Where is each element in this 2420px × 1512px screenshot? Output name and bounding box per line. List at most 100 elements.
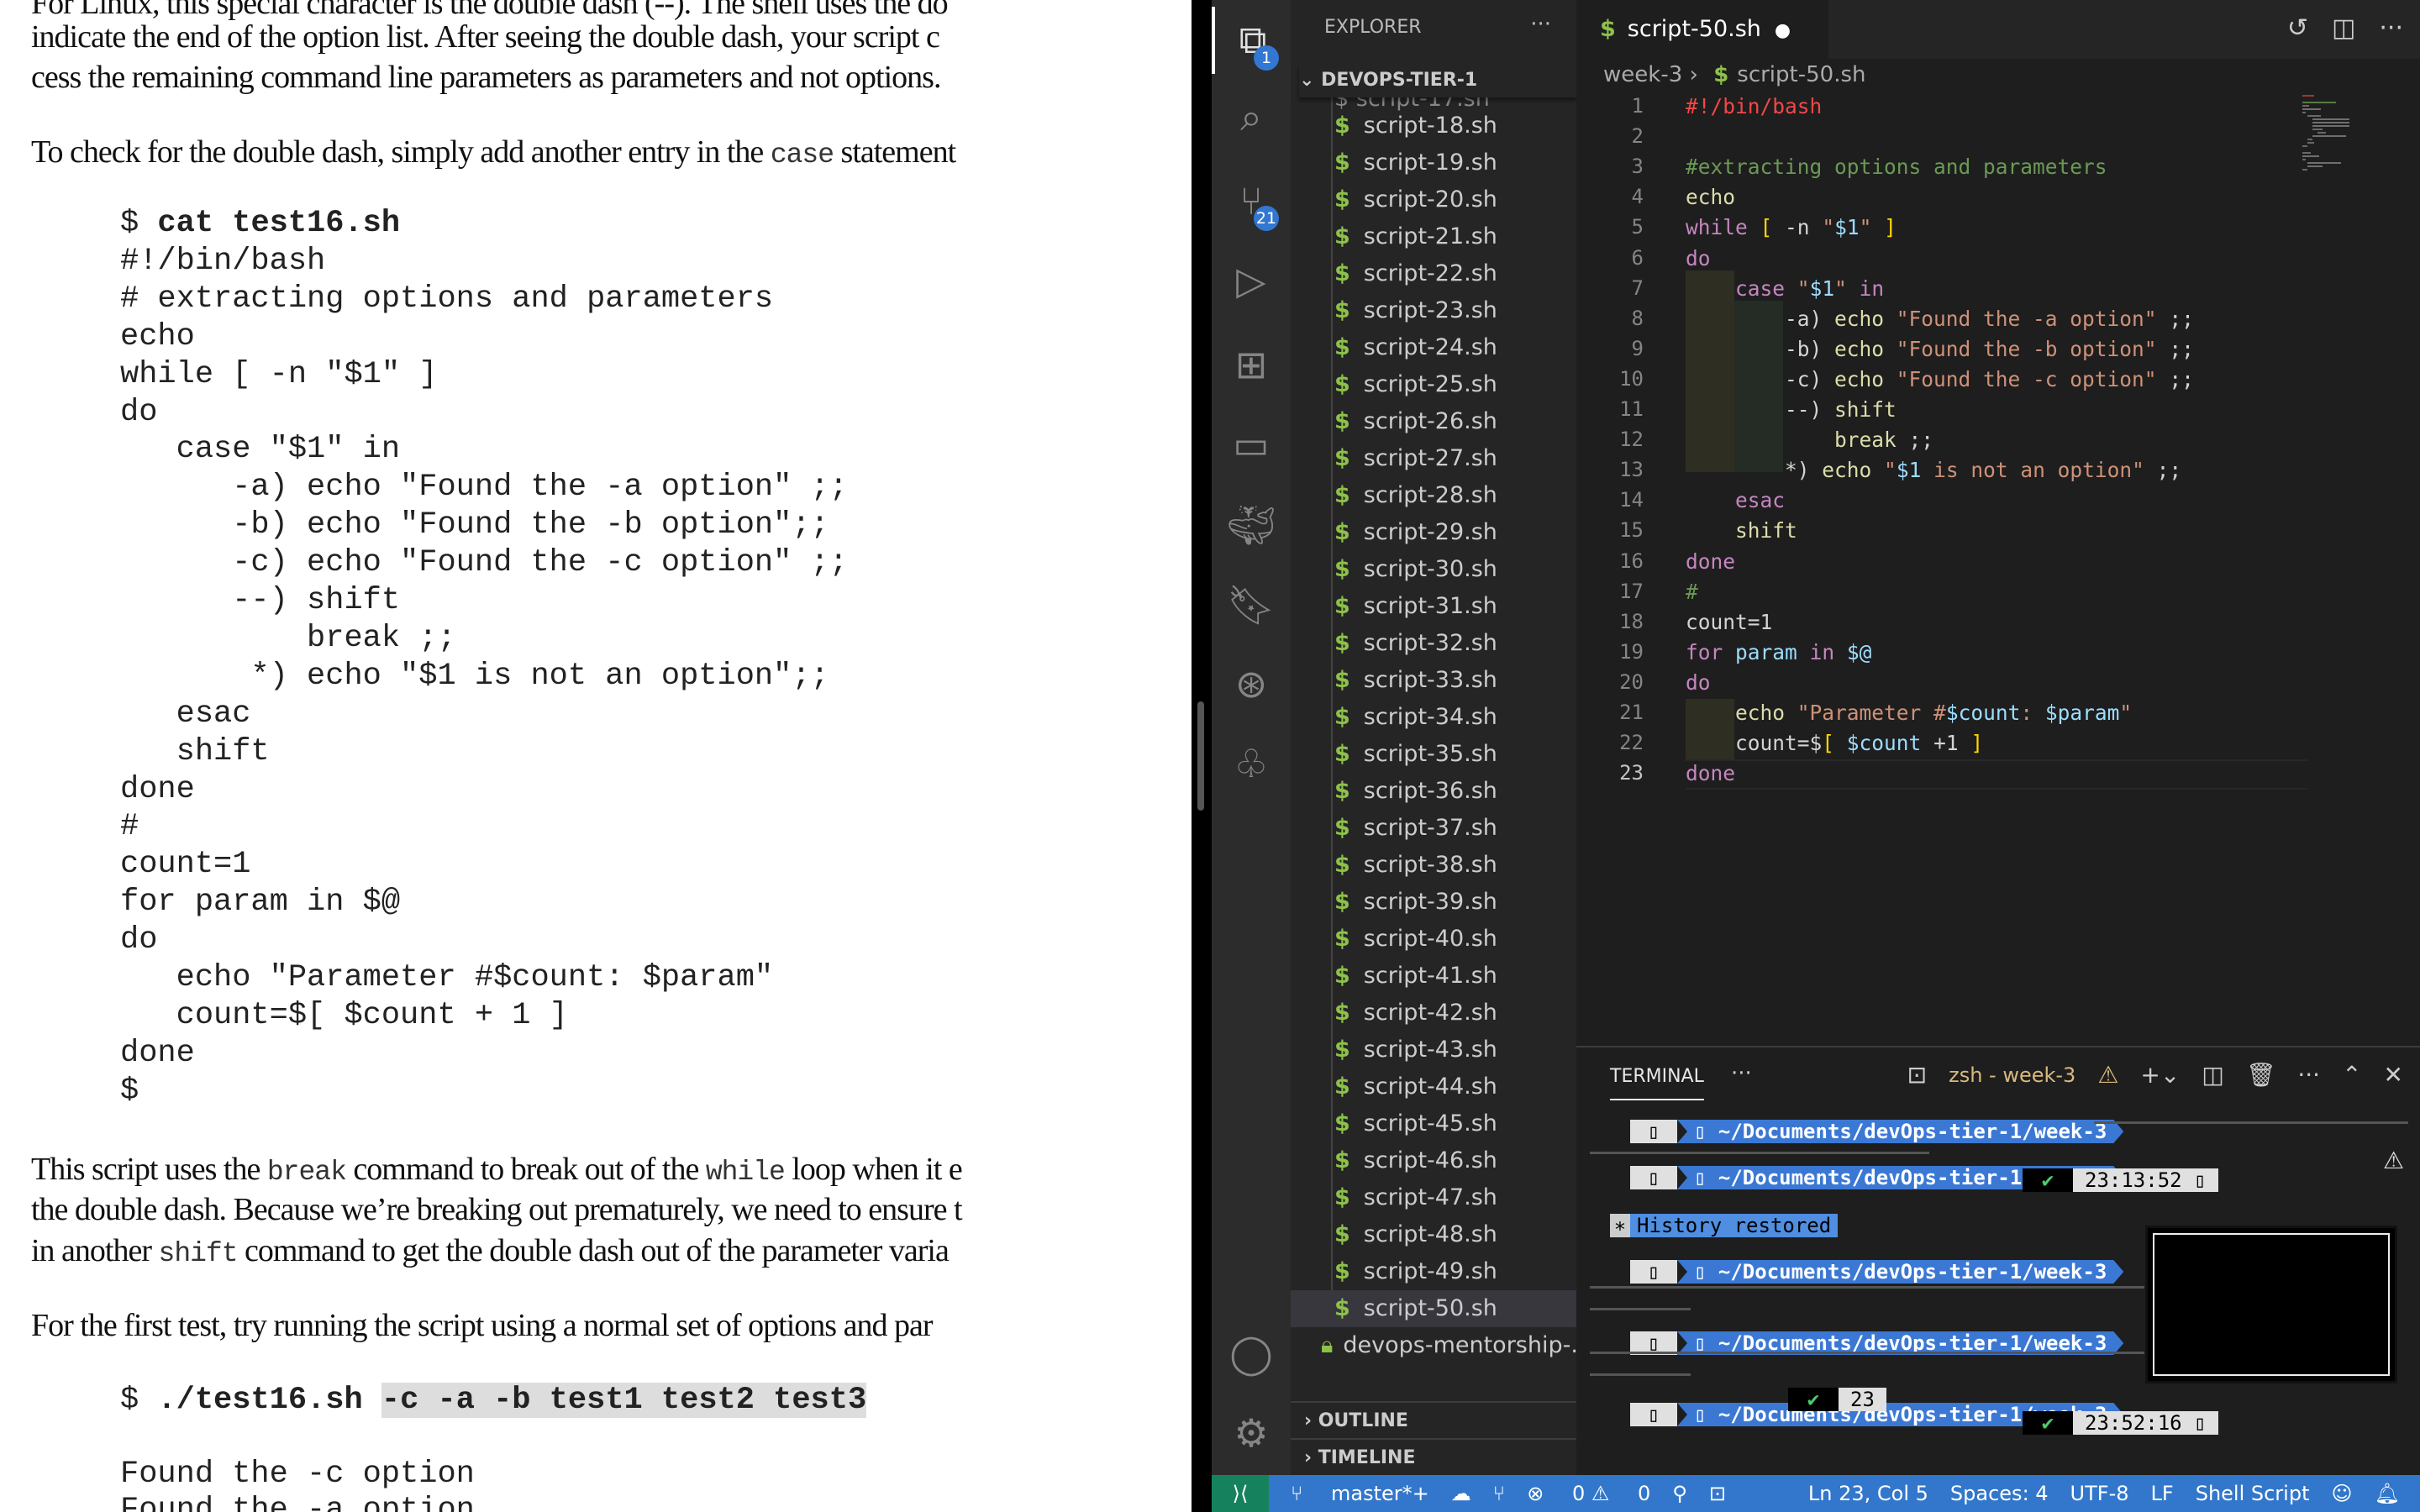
file-item[interactable]: $ script-39.sh — [1291, 884, 1576, 921]
more-actions-icon[interactable]: ··· — [1530, 12, 1551, 37]
file-item[interactable]: $ script-47.sh — [1291, 1179, 1576, 1216]
split-editor-icon[interactable]: ◫ — [2332, 13, 2355, 43]
file-item[interactable]: $ script-24.sh — [1291, 329, 1576, 366]
terminal-panel[interactable]: TERMINAL ··· ⊡ zsh - week-3 ⚠ +⌄ ◫ 🗑︎ ··… — [1576, 1046, 2420, 1475]
feedback-icon[interactable]: ☺ — [2332, 1482, 2353, 1505]
language-mode[interactable]: Shell Script — [2196, 1482, 2310, 1505]
code-line[interactable]: do — [1686, 670, 1711, 695]
outline-section[interactable]: › OUTLINE — [1291, 1401, 1576, 1438]
file-item[interactable]: $ script-40.sh — [1291, 921, 1576, 958]
extensions-icon[interactable]: ⊞ — [1212, 331, 1291, 398]
branch-status[interactable]: ⑂ master*+ — [1291, 1482, 1429, 1505]
code-line[interactable]: echo — [1686, 185, 1735, 209]
code-line[interactable]: -b) echo "Found the -b option" ;; — [1686, 337, 2194, 361]
locked-item[interactable]: 🔒︎ devops-mentorship-... — [1291, 1327, 1592, 1364]
terminal-icon[interactable]: ⊡ — [1709, 1482, 1726, 1505]
file-item[interactable]: $ script-45.sh — [1291, 1105, 1576, 1142]
code-line[interactable]: #extracting options and parameters — [1686, 155, 2107, 179]
file-item[interactable]: $ script-32.sh — [1291, 625, 1576, 662]
code-line[interactable]: shift — [1686, 518, 1797, 543]
trash-icon[interactable]: 🗑︎ — [2246, 1061, 2276, 1089]
code-line[interactable]: --) shift — [1686, 397, 1897, 422]
editor[interactable]: $ script-50.sh ● ↺ ◫ ··· week-3 › $ script-50… — [1576, 0, 2420, 1046]
code-line[interactable]: esac — [1686, 488, 1785, 512]
cursor-position[interactable]: Ln 23, Col 5 — [1808, 1482, 1928, 1505]
file-item[interactable]: $ script-48.sh — [1291, 1216, 1576, 1253]
file-item[interactable]: $ script-28.sh — [1291, 477, 1576, 514]
git-graph-icon[interactable]: ⑂ — [1493, 1482, 1505, 1505]
new-terminal-icon[interactable]: +⌄ — [2140, 1061, 2180, 1089]
docker-icon[interactable]: 🐳︎ — [1212, 491, 1291, 559]
maximize-panel-icon[interactable]: ⌃ — [2342, 1061, 2361, 1089]
file-item[interactable]: $ script-35.sh — [1291, 736, 1576, 773]
code-line[interactable]: done — [1686, 761, 1735, 785]
split-divider[interactable] — [1192, 0, 1212, 1475]
file-item[interactable]: $ script-37.sh — [1291, 810, 1576, 847]
file-item[interactable]: $ script-43.sh — [1291, 1032, 1576, 1068]
code-line[interactable]: for param in $@ — [1686, 640, 1871, 664]
line-endings[interactable]: LF — [2151, 1482, 2174, 1505]
file-item[interactable]: $ script-41.sh — [1291, 958, 1576, 995]
file-item[interactable]: $ script-21.sh — [1291, 218, 1576, 255]
file-item[interactable]: $ script-18.sh — [1291, 108, 1576, 144]
code-line[interactable]: while [ -n "$1" ] — [1686, 215, 1897, 239]
tree-icon[interactable]: ♧ — [1212, 730, 1291, 797]
file-item[interactable]: $ script-30.sh — [1291, 551, 1576, 588]
file-item[interactable]: $ script-19.sh — [1291, 144, 1576, 181]
file-item[interactable]: $ script-33.sh — [1291, 662, 1576, 699]
timeline-section[interactable]: › TIMELINE — [1291, 1438, 1576, 1475]
split-terminal-icon[interactable]: ◫ — [2202, 1061, 2223, 1089]
code-line[interactable]: -a) echo "Found the -a option" ;; — [1686, 307, 2194, 331]
indentation[interactable]: Spaces: 4 — [1950, 1482, 2049, 1505]
file-item[interactable]: $ script-29.sh — [1291, 514, 1576, 551]
code-line[interactable]: *) echo "$1 is not an option" ;; — [1686, 458, 2181, 482]
search-icon[interactable]: ⌕ — [1212, 84, 1291, 151]
more-actions-icon[interactable]: ··· — [1731, 1061, 1752, 1086]
more-actions-icon[interactable]: ··· — [2379, 13, 2403, 43]
code-line[interactable]: do — [1686, 246, 1711, 270]
code-line[interactable]: -c) echo "Found the -c option" ;; — [1686, 367, 2194, 391]
close-panel-icon[interactable]: ✕ — [2384, 1061, 2403, 1089]
sync-cloud-icon[interactable]: ☁ — [1451, 1482, 1471, 1505]
code-line[interactable]: #!/bin/bash — [1686, 94, 1822, 118]
file-item[interactable]: $ script-26.sh — [1291, 403, 1576, 440]
file-item[interactable]: $ script-20.sh — [1291, 181, 1576, 218]
minimap[interactable] — [2302, 92, 2386, 176]
scroll-handle[interactable] — [1197, 701, 1204, 811]
file-item[interactable]: $ script-50.sh — [1291, 1290, 1576, 1327]
more-actions-icon[interactable]: ··· — [2297, 1061, 2320, 1089]
terminal-instance[interactable]: zsh - week-3 — [1949, 1063, 2075, 1087]
code-line[interactable]: count=$[ $count +1 ] — [1686, 731, 1983, 755]
unsaved-dot-icon[interactable]: ● — [1775, 20, 1791, 41]
code-line[interactable]: done — [1686, 549, 1735, 574]
debug-icon[interactable]: ⚲ — [1672, 1482, 1687, 1505]
source-control-icon[interactable]: ⑂ 21 — [1212, 167, 1291, 234]
file-item[interactable]: $ script-25.sh — [1291, 366, 1576, 403]
file-item[interactable]: $ script-31.sh — [1291, 588, 1576, 625]
bell-icon[interactable]: 🔔︎ — [2375, 1482, 2400, 1505]
code-line[interactable]: case "$1" in — [1686, 276, 1884, 301]
file-item[interactable]: $ script-34.sh — [1291, 699, 1576, 736]
file-item[interactable]: $ script-22.sh — [1291, 255, 1576, 292]
tab-terminal[interactable]: TERMINAL — [1610, 1066, 1704, 1100]
account-icon[interactable]: ◯ — [1212, 1320, 1291, 1387]
file-item[interactable]: $ script-23.sh — [1291, 292, 1576, 329]
file-item[interactable]: $ script-46.sh — [1291, 1142, 1576, 1179]
tab-script-50[interactable]: $ script-50.sh ● — [1576, 0, 1828, 59]
code-line[interactable]: # — [1686, 580, 1698, 604]
file-item[interactable]: $ script-27.sh — [1291, 440, 1576, 477]
code-line[interactable]: count=1 — [1686, 610, 1772, 634]
encoding[interactable]: UTF-8 — [2070, 1482, 2129, 1505]
project-header[interactable]: ⌄ DEVOPS-TIER-1 — [1299, 64, 1576, 97]
git-graph-icon[interactable]: ⊛ — [1212, 650, 1291, 717]
problems-status[interactable]: ⊗ 0 ⚠ 0 — [1527, 1482, 1650, 1505]
file-item[interactable]: $ script-38.sh — [1291, 847, 1576, 884]
settings-gear-icon[interactable]: ⚙ — [1212, 1399, 1291, 1467]
window-preview-thumbnail[interactable] — [2145, 1226, 2397, 1383]
remote-icon[interactable]: ⟩⟨ — [1212, 1475, 1269, 1512]
file-item[interactable]: $ script-42.sh — [1291, 995, 1576, 1032]
file-item[interactable]: $ script-49.sh — [1291, 1253, 1576, 1290]
files-icon[interactable]: ⧉ 1 — [1212, 7, 1291, 74]
file-item[interactable]: $ script-44.sh — [1291, 1068, 1576, 1105]
file-item[interactable]: $ script-36.sh — [1291, 773, 1576, 810]
